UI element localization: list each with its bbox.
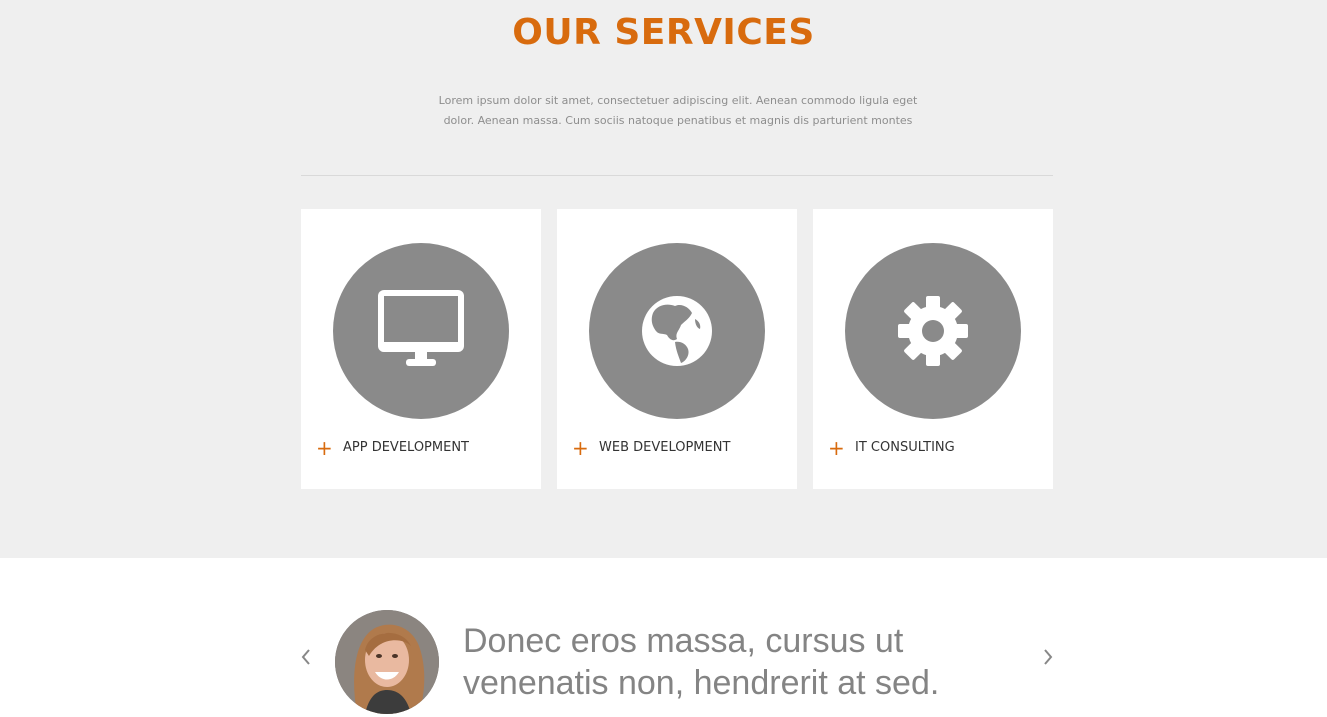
monitor-icon	[378, 290, 464, 366]
service-card-app-development[interactable]: + APP DEVELOPMENT	[301, 209, 541, 489]
testimonial-quote: Donec eros massa, cursus ut venenatis no…	[463, 622, 940, 702]
chevron-left-icon	[301, 649, 310, 665]
portrait-image	[335, 610, 439, 714]
services-section: OUR SERVICES Lorem ipsum dolor sit amet,…	[0, 0, 1327, 558]
divider	[301, 175, 1053, 176]
service-card-it-consulting[interactable]: + IT CONSULTING	[813, 209, 1053, 489]
services-description: Lorem ipsum dolor sit amet, consectetuer…	[438, 94, 918, 127]
next-arrow-button[interactable]	[1041, 648, 1055, 666]
plus-icon: +	[316, 436, 333, 460]
service-label[interactable]: IT CONSULTING	[855, 440, 955, 456]
chevron-right-icon	[1044, 649, 1053, 665]
service-card-web-development[interactable]: + WEB DEVELOPMENT	[557, 209, 797, 489]
services-title: OUR SERVICES	[512, 12, 815, 53]
icon-circle	[845, 243, 1021, 419]
avatar	[335, 610, 439, 714]
plus-icon: +	[572, 436, 589, 460]
previous-arrow-button[interactable]	[299, 648, 313, 666]
service-label[interactable]: WEB DEVELOPMENT	[599, 440, 730, 456]
globe-icon	[642, 296, 712, 366]
icon-circle	[333, 243, 509, 419]
plus-icon: +	[828, 436, 845, 460]
service-label[interactable]: APP DEVELOPMENT	[343, 440, 469, 456]
gear-icon	[898, 296, 968, 366]
testimonial-section: Donec eros massa, cursus ut venenatis no…	[0, 558, 1327, 717]
icon-circle	[589, 243, 765, 419]
